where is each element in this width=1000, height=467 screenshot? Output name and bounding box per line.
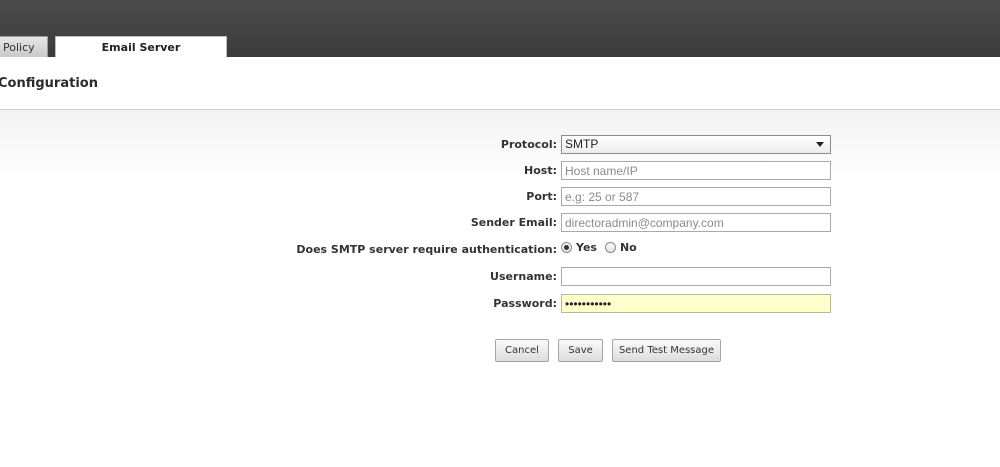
tab-policy-label: Policy [3, 41, 35, 54]
username-row: Username: [0, 267, 1000, 287]
chevron-down-icon [816, 142, 824, 147]
title-band: Configuration [0, 57, 1000, 110]
username-input[interactable] [561, 267, 831, 286]
password-input[interactable] [561, 294, 831, 313]
sender-email-input[interactable] [561, 213, 831, 232]
auth-no-radio[interactable] [604, 242, 616, 253]
sender-email-row: Sender Email: [0, 213, 1000, 233]
password-row: Password: [0, 294, 1000, 314]
send-test-message-button[interactable]: Send Test Message [612, 339, 721, 362]
host-row: Host: [0, 161, 1000, 181]
page-title: Configuration [0, 76, 98, 91]
host-input[interactable] [561, 161, 831, 180]
auth-row: Does SMTP server require authentication:… [0, 240, 1000, 260]
email-config-form: Protocol: SMTP Host: Port: Sender Email:… [0, 110, 1000, 467]
port-input[interactable] [561, 187, 831, 206]
host-label: Host: [524, 164, 557, 177]
protocol-label: Protocol: [500, 138, 557, 151]
auth-label: Does SMTP server require authentication: [296, 243, 557, 256]
tab-email-server-configuration[interactable]: Email Server Configuration [55, 36, 227, 75]
auth-no-label[interactable]: No [620, 241, 637, 254]
cancel-button[interactable]: Cancel [495, 339, 549, 362]
auth-yes-radio[interactable] [561, 242, 572, 253]
port-row: Port: [0, 187, 1000, 207]
protocol-row: Protocol: SMTP [0, 135, 1000, 155]
protocol-selected-value: SMTP [565, 137, 599, 151]
sender-email-label: Sender Email: [470, 216, 557, 229]
username-label: Username: [490, 270, 557, 283]
password-label: Password: [493, 297, 557, 310]
tab-policy[interactable]: Policy [0, 36, 48, 57]
save-button[interactable]: Save [558, 339, 603, 362]
protocol-select[interactable]: SMTP [561, 135, 831, 154]
auth-yes-label[interactable]: Yes [576, 241, 597, 254]
port-label: Port: [526, 190, 557, 203]
auth-radio-group: Yes No [561, 237, 645, 257]
top-bar: Policy Email Server Configuration [0, 0, 1000, 75]
